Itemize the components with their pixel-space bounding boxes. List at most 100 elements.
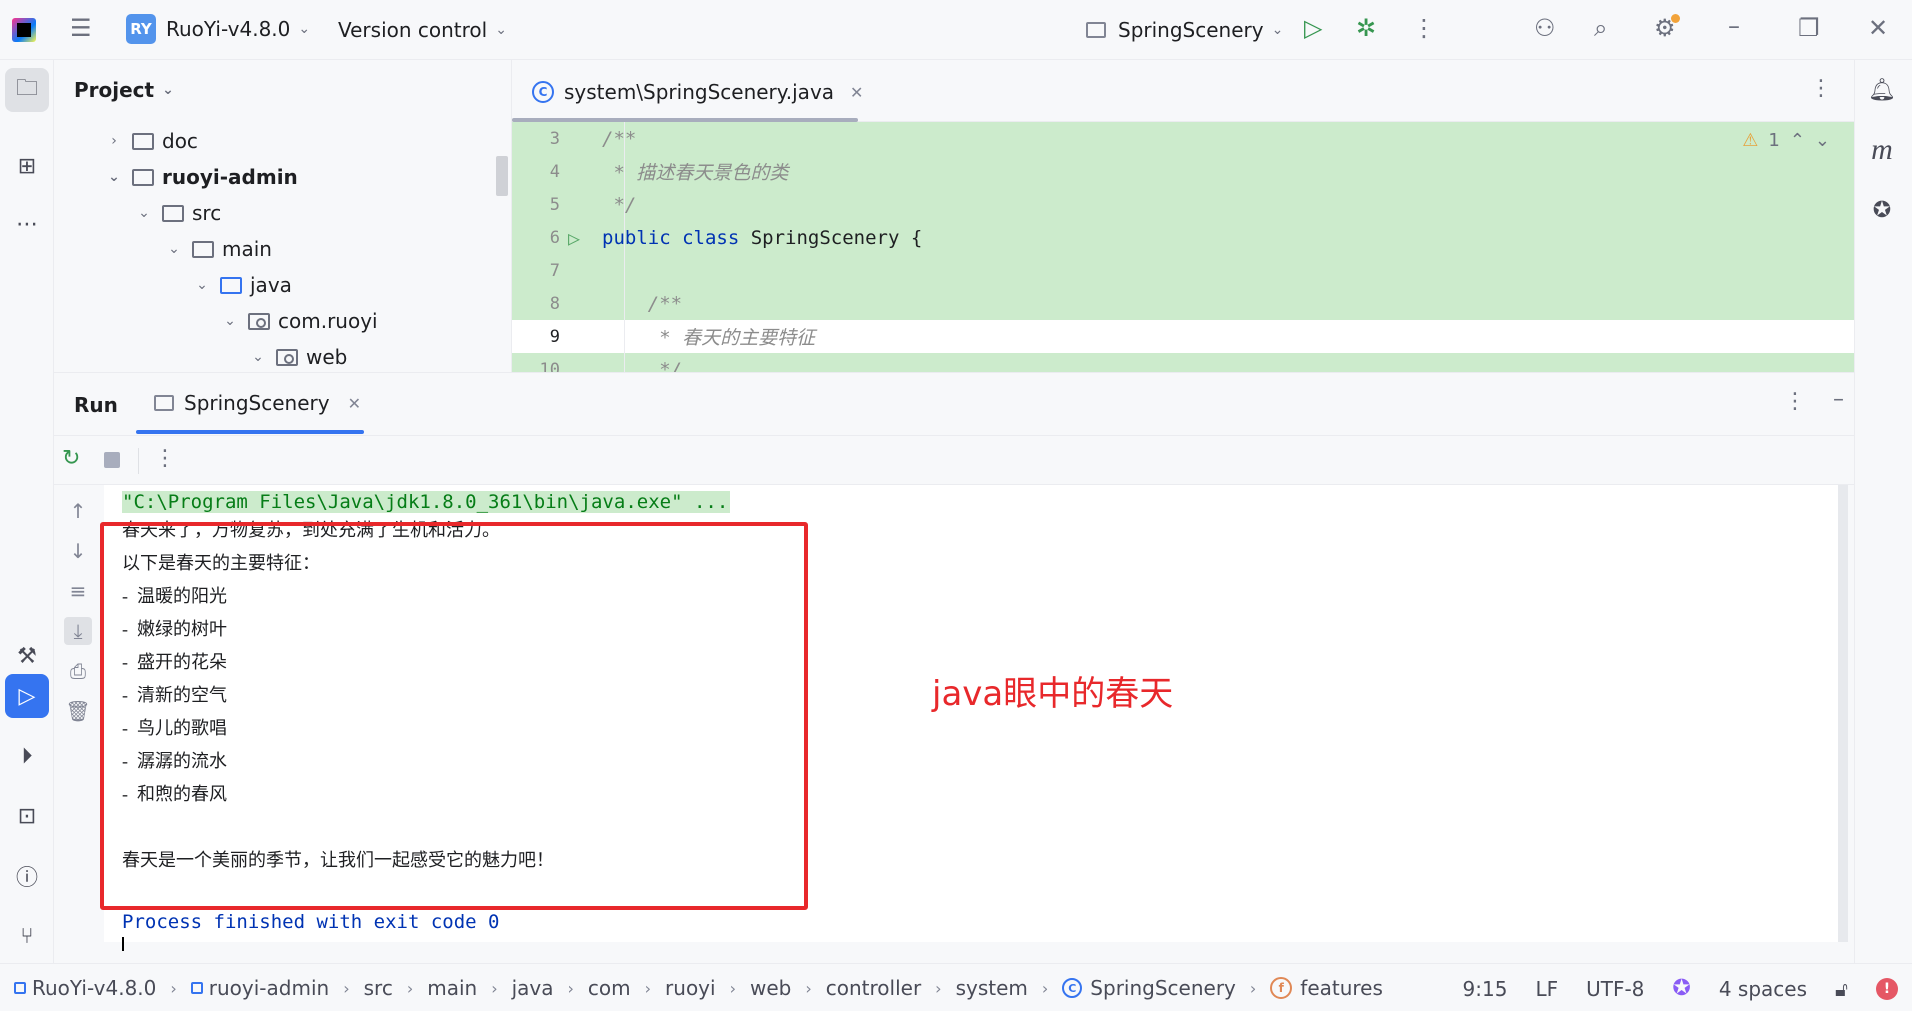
tree-item-doc[interactable]: › doc [104,123,198,159]
breadcrumb-item[interactable]: SpringScenery [1090,976,1236,1000]
tree-item-src[interactable]: ⌄ src [134,195,221,231]
vcs-widget[interactable]: Version control ⌄ [338,18,507,42]
stop-icon[interactable] [104,452,120,468]
run-tool-icon[interactable]: ▷ [5,674,49,718]
settings-gear-icon[interactable]: ⚙ [1654,14,1680,42]
tree-item-com-ruoyi[interactable]: ⌄ com.ruoyi [220,303,377,339]
arrow-up-icon[interactable]: ↑ [64,497,92,525]
print-icon[interactable]: ⎙ [64,657,92,685]
rerun-icon[interactable]: ↻ [62,446,80,471]
breadcrumb-item[interactable]: java [512,976,554,1000]
chevron-down-icon: ⌄ [162,82,174,98]
indent-setting[interactable]: 4 spaces [1719,977,1807,1001]
more-tools-icon[interactable]: ⋯ [5,202,49,246]
title-bar: ☰ RY RuoYi-v4.8.0 ⌄ Version control ⌄ Sp… [0,0,1912,60]
maven-icon[interactable]: m [1860,128,1904,172]
chevron-down-icon: ⌄ [495,22,507,38]
breadcrumb-item[interactable]: features [1300,976,1383,1000]
run-config-selector[interactable]: SpringScenery ⌄ [1086,18,1283,42]
search-icon[interactable]: ⌕ [1594,14,1607,42]
scroll-to-end-icon[interactable]: ⤓ [64,617,92,645]
debug-bug-icon[interactable]: ✲ [1356,14,1376,42]
code-line: 7 [549,260,560,281]
arrow-down-icon[interactable]: ↓ [64,537,92,565]
hide-panel-icon[interactable]: – [1833,387,1844,412]
editor-tab-springscenery[interactable]: C system\SpringScenery.java ✕ [532,72,863,112]
run-tab-springscenery[interactable]: SpringScenery ✕ [154,391,361,415]
close-tab-icon[interactable]: ✕ [850,83,863,102]
breadcrumb-item[interactable]: main [427,976,477,1000]
caret-position[interactable]: 9:15 [1463,977,1508,1001]
line-separator[interactable]: LF [1535,977,1558,1001]
soft-wrap-icon[interactable]: ≡ [64,577,92,605]
breadcrumb-item[interactable]: web [750,976,791,1000]
structure-icon[interactable]: ⊞ [5,144,49,188]
run-options-icon[interactable]: ⋮ [1784,389,1806,414]
services-icon[interactable]: ⏵ [5,734,49,778]
breadcrumb-item[interactable]: src [364,976,393,1000]
project-panel: Project ⌄ › doc ⌄ ruoyi-admin ⌄ src ⌄ ma… [54,60,512,372]
ai-status-icon[interactable]: ✪ [1672,976,1690,1001]
git-branch-icon[interactable]: ⑂ [5,914,49,958]
breadcrumb-item[interactable]: com [588,976,631,1000]
trash-icon[interactable]: 🗑︎ [64,697,92,725]
toolbar-divider [138,448,139,474]
restore-icon[interactable]: ❐ [1798,14,1820,42]
ai-assistant-icon[interactable]: ✪ [1860,188,1904,232]
tree-item-web[interactable]: ⌄ web [248,339,347,372]
breadcrumb-item[interactable]: controller [826,976,921,1000]
app-window-icon [154,395,174,411]
project-tool-icon[interactable]: 🗀 [5,68,49,112]
project-switcher[interactable]: RY RuoYi-v4.8.0 ⌄ [126,14,310,44]
more-options-icon[interactable]: ⋮ [154,446,176,471]
lock-icon[interactable]: 🔓︎ [1835,977,1848,1001]
java-class-icon: C [532,81,554,103]
chevron-right-icon: › [111,133,117,149]
terminal-icon[interactable]: ⊡ [5,794,49,838]
breadcrumb-item[interactable]: ruoyi-admin [209,976,329,1000]
chevron-down-icon: ⌄ [138,205,150,221]
module-icon [190,982,203,994]
chevron-down-icon: ⌄ [298,21,311,37]
close-window-icon[interactable]: ✕ [1868,14,1888,42]
chevron-down-icon[interactable]: ⌄ [1815,130,1830,151]
code-line: 3 /** [549,127,637,150]
folder-icon [162,204,184,222]
console-scrollbar[interactable] [1838,485,1848,942]
more-actions-icon[interactable]: ⋮ [1412,14,1436,42]
module-icon [14,982,26,994]
close-tab-icon[interactable]: ✕ [348,394,361,413]
project-panel-title[interactable]: Project ⌄ [74,78,174,102]
tree-item-java[interactable]: ⌄ java [192,267,292,303]
chevron-down-icon: ⌄ [108,169,120,185]
module-folder-icon [132,168,154,186]
run-gutter-icon[interactable]: ▷ [560,226,602,250]
intellij-logo-icon[interactable] [12,18,36,42]
run-config-label: SpringScenery [1118,18,1264,42]
project-scrollbar[interactable] [496,156,508,196]
chevron-right-icon: › [567,978,574,998]
add-user-icon[interactable]: ⚇ [1534,14,1556,42]
breadcrumb-item[interactable]: RuoYi-v4.8.0 [32,976,156,1000]
chevron-down-icon: ⌄ [252,349,264,365]
java-class-icon: C [1062,978,1083,998]
highlight-box [100,522,808,910]
tree-item-main[interactable]: ⌄ main [164,231,272,267]
file-encoding[interactable]: UTF-8 [1586,977,1644,1001]
vcs-label: Version control [338,18,488,42]
notifications-bell-icon[interactable]: 🔔︎ [1860,68,1904,112]
breadcrumb-item[interactable]: system [956,976,1028,1000]
chevron-up-icon[interactable]: ⌃ [1790,130,1805,151]
breadcrumb-item[interactable]: ruoyi [665,976,716,1000]
main-menu-icon[interactable]: ☰ [70,14,92,42]
code-area[interactable]: 3 /** 4 * 描述春天景色的类 5 */ 6 ▷ public class… [512,122,1854,372]
problems-icon[interactable]: ⓘ [5,854,49,898]
minimize-icon[interactable]: – [1728,12,1740,40]
error-icon[interactable]: ! [1876,977,1898,1000]
tree-item-ruoyi-admin[interactable]: ⌄ ruoyi-admin [104,159,298,195]
run-icon[interactable]: ▷ [1304,14,1322,42]
build-hammer-icon[interactable]: ⚒ [5,634,49,678]
inspection-widget[interactable]: ⚠ 1 ⌃ ⌄ [1742,130,1830,151]
tab-options-icon[interactable]: ⋮ [1810,76,1832,101]
folder-icon [192,240,214,258]
